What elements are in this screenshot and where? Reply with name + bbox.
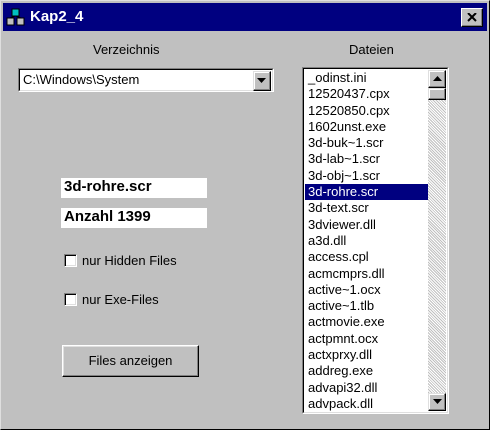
- list-item[interactable]: 3d-obj~1.scr: [305, 168, 429, 184]
- chevron-down-icon: [257, 78, 266, 83]
- list-item[interactable]: 3d-buk~1.scr: [305, 135, 429, 151]
- list-item[interactable]: 1602unst.exe: [305, 119, 429, 135]
- list-item[interactable]: actxprxy.dll: [305, 347, 429, 363]
- list-item[interactable]: advpack.dll: [305, 396, 429, 412]
- exe-files-label: nur Exe-Files: [82, 292, 159, 307]
- window-title: Kap2_4: [30, 8, 84, 25]
- list-item[interactable]: 12520850.cpx: [305, 103, 429, 119]
- scroll-down-button[interactable]: [428, 393, 446, 411]
- app-window: Kap2_4 Verzeichnis Dateien C:\Windows\Sy…: [0, 0, 490, 430]
- list-item[interactable]: 3d-text.scr: [305, 200, 429, 216]
- file-count-field[interactable]: Anzahl 1399: [61, 208, 207, 228]
- directory-combo[interactable]: C:\Windows\System: [18, 68, 274, 92]
- vertical-scrollbar[interactable]: [428, 70, 446, 411]
- scroll-thumb[interactable]: [428, 88, 446, 100]
- list-item[interactable]: actmovie.exe: [305, 314, 429, 330]
- list-item[interactable]: a3d.dll: [305, 233, 429, 249]
- close-button[interactable]: [461, 8, 483, 27]
- list-item[interactable]: active~1.ocx: [305, 282, 429, 298]
- list-item[interactable]: addreg.exe: [305, 363, 429, 379]
- file-listbox[interactable]: _odinst.ini 12520437.cpx 12520850.cpx 1602u…: [302, 67, 449, 414]
- list-item[interactable]: advapi32.dll: [305, 380, 429, 396]
- list-item-selected[interactable]: 3d-rohre.scr: [305, 184, 429, 201]
- files-label: Dateien: [349, 42, 394, 57]
- title-bar[interactable]: Kap2_4: [3, 3, 487, 31]
- list-item[interactable]: active~1.tlb: [305, 298, 429, 314]
- file-list: _odinst.ini 12520437.cpx 12520850.cpx 1602u…: [305, 70, 429, 412]
- app-icon: [6, 8, 25, 26]
- arrow-down-icon: [433, 399, 442, 404]
- list-item[interactable]: 3dviewer.dll: [305, 217, 429, 233]
- close-icon: [467, 13, 477, 22]
- exe-files-checkbox[interactable]: [64, 293, 77, 306]
- directory-value: C:\Windows\System: [23, 72, 140, 87]
- selected-file-field[interactable]: 3d-rohre.scr: [61, 178, 207, 198]
- list-item[interactable]: _odinst.ini: [305, 70, 429, 86]
- list-item[interactable]: 3d-lab~1.scr: [305, 151, 429, 167]
- list-item[interactable]: acmcmprs.dll: [305, 266, 429, 282]
- scroll-up-button[interactable]: [428, 70, 446, 88]
- hidden-files-label: nur Hidden Files: [82, 253, 177, 268]
- arrow-up-icon: [433, 76, 442, 81]
- combo-dropdown-button[interactable]: [253, 71, 271, 91]
- show-files-button[interactable]: Files anzeigen: [62, 345, 199, 377]
- hidden-files-checkbox[interactable]: [64, 254, 77, 267]
- list-item[interactable]: actpmnt.ocx: [305, 331, 429, 347]
- list-item[interactable]: 12520437.cpx: [305, 86, 429, 102]
- directory-label: Verzeichnis: [93, 42, 160, 57]
- list-item[interactable]: access.cpl: [305, 249, 429, 265]
